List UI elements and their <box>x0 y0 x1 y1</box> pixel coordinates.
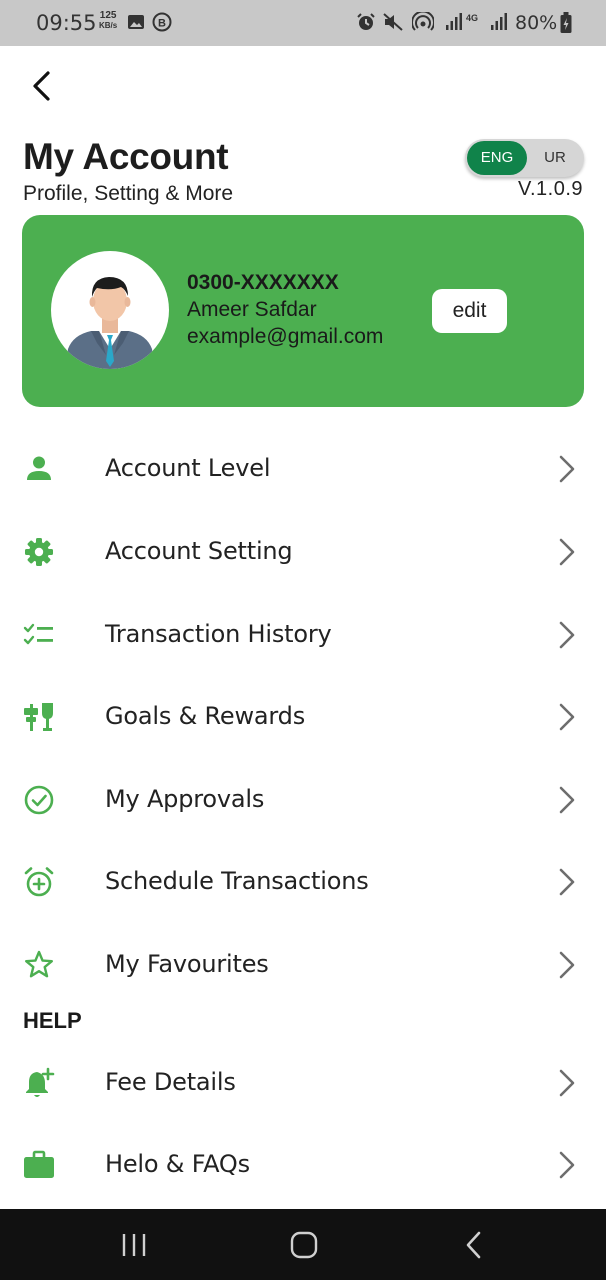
menu-item-goals-rewards[interactable]: Goals & Rewards <box>0 682 606 752</box>
profile-name: Ameer Safdar <box>187 298 317 321</box>
status-bar: 09:55 125 KB/s B 4G 80% <box>0 0 606 46</box>
network-type: 4G <box>466 13 479 23</box>
profile-phone: 0300-XXXXXXX <box>187 271 339 294</box>
avatar <box>51 251 169 369</box>
chevron-right-icon <box>559 1069 575 1097</box>
menu-item-my-favourites[interactable]: My Favourites <box>0 930 606 1000</box>
status-time: 09:55 <box>36 11 97 35</box>
chevron-right-icon <box>559 538 575 566</box>
menu-item-label: Goals & Rewards <box>105 702 306 730</box>
menu-item-label: Helo & FAQs <box>105 1150 250 1178</box>
menu-item-label: Fee Details <box>105 1068 236 1096</box>
network-speed-unit: KB/s <box>99 21 118 30</box>
alarm-add-icon <box>24 867 54 897</box>
back-nav-icon[interactable] <box>454 1229 494 1261</box>
menu-item-help-faqs[interactable]: Helo & FAQs <box>0 1130 606 1200</box>
system-nav-bar <box>0 1209 606 1280</box>
signal-icon <box>491 13 507 30</box>
signal-icon <box>446 13 462 30</box>
menu-item-schedule-transactions[interactable]: Schedule Transactions <box>0 847 606 917</box>
chevron-right-icon <box>559 786 575 814</box>
checklist-icon <box>23 623 53 645</box>
lang-option-eng[interactable]: ENG <box>467 141 527 175</box>
menu-item-transaction-history[interactable]: Transaction History <box>0 600 606 670</box>
battery-icon <box>560 12 572 33</box>
app-version: V.1.0.9 <box>517 178 583 200</box>
check-circle-icon <box>24 785 54 815</box>
profile-card: 0300-XXXXXXX Ameer Safdar example@gmail.… <box>22 215 584 407</box>
menu-item-label: Schedule Transactions <box>105 867 369 895</box>
gear-icon <box>25 538 53 566</box>
page-subtitle: Profile, Setting & More <box>23 182 234 205</box>
goals-rewards-icon <box>24 703 53 731</box>
star-icon <box>25 950 53 978</box>
help-section-title: HELP <box>23 1008 82 1033</box>
b-badge-icon: B <box>152 12 172 32</box>
recent-apps-icon[interactable] <box>114 1229 154 1261</box>
lang-option-ur[interactable]: UR <box>529 141 581 175</box>
chevron-right-icon <box>559 703 575 731</box>
chevron-right-icon <box>559 951 575 979</box>
mute-icon <box>383 13 403 31</box>
chevron-right-icon <box>559 868 575 896</box>
home-icon[interactable] <box>284 1229 324 1261</box>
back-arrow-icon[interactable] <box>22 66 62 106</box>
menu-item-label: Account Setting <box>105 537 293 565</box>
battery-percent: 80% <box>515 12 558 34</box>
menu-item-account-setting[interactable]: Account Setting <box>0 517 606 587</box>
chevron-right-icon <box>559 455 575 483</box>
menu-item-label: Transaction History <box>105 620 332 648</box>
profile-email: example@gmail.com <box>187 325 384 348</box>
bell-plus-icon <box>26 1067 55 1097</box>
menu-item-label: My Approvals <box>105 785 265 813</box>
menu-item-my-approvals[interactable]: My Approvals <box>0 765 606 835</box>
menu-item-fee-details[interactable]: Fee Details <box>0 1048 606 1118</box>
hotspot-icon <box>412 12 434 31</box>
chevron-right-icon <box>559 1151 575 1179</box>
page-title: My Account <box>23 136 229 177</box>
edit-profile-button[interactable]: edit <box>432 289 507 333</box>
svg-text:B: B <box>158 18 166 30</box>
person-icon <box>27 456 51 480</box>
menu-item-account-level[interactable]: Account Level <box>0 434 606 504</box>
network-speed-value: 125 <box>99 10 117 21</box>
menu-item-label: My Favourites <box>105 950 269 978</box>
user-avatar-icon <box>66 277 154 369</box>
alarm-icon <box>357 13 375 30</box>
briefcase-icon <box>24 1150 54 1178</box>
chevron-right-icon <box>559 621 575 649</box>
menu-item-label: Account Level <box>105 454 271 482</box>
gallery-icon <box>128 15 144 29</box>
network-speed: 125 KB/s <box>99 11 117 31</box>
language-toggle[interactable]: ENG UR <box>465 139 584 177</box>
